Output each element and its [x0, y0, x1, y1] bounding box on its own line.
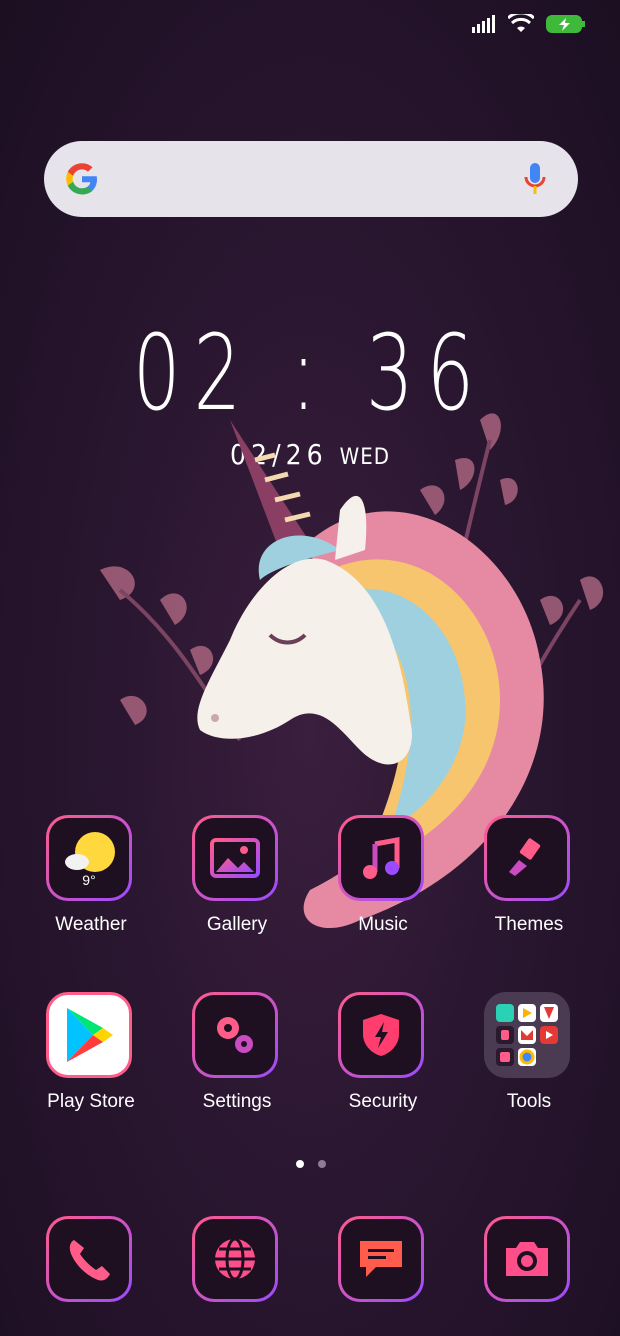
tools-label: Tools — [506, 1091, 552, 1112]
weather-label: Weather — [55, 914, 127, 935]
settings-app-icon[interactable] — [192, 992, 278, 1078]
folder-icon — [496, 1004, 558, 1066]
settings-label: Settings — [202, 1091, 272, 1112]
battery-charging-icon — [546, 15, 585, 33]
google-search-bar[interactable] — [44, 141, 578, 217]
shield-bolt-icon — [363, 1014, 399, 1056]
themes-app-icon[interactable] — [484, 815, 570, 901]
phone-icon — [69, 1240, 110, 1281]
music-label: Music — [358, 914, 408, 935]
gallery-app-icon[interactable] — [192, 815, 278, 901]
camera-icon — [506, 1242, 548, 1276]
dock-camera[interactable] — [484, 1216, 570, 1302]
weather-temp: 9° — [82, 872, 96, 888]
weather-app-icon[interactable]: 9° — [46, 815, 132, 901]
page-dot — [318, 1160, 326, 1168]
music-note-icon — [363, 837, 400, 879]
globe-icon — [215, 1237, 255, 1281]
image-icon — [210, 838, 260, 878]
tools-folder[interactable] — [484, 992, 570, 1078]
play-store-label: Play Store — [47, 1091, 135, 1112]
brush-icon — [509, 838, 541, 876]
microphone-icon[interactable] — [524, 161, 546, 197]
page-dot-active — [296, 1160, 304, 1168]
play-store-app-icon[interactable] — [46, 992, 132, 1078]
google-logo-icon — [66, 163, 97, 195]
gears-icon — [217, 1017, 253, 1053]
security-label: Security — [348, 1091, 418, 1112]
signal-icon — [472, 15, 495, 33]
play-store-icon — [67, 1008, 113, 1062]
themes-label: Themes — [494, 914, 564, 935]
gallery-label: Gallery — [206, 914, 268, 935]
chat-icon — [360, 1241, 402, 1277]
status-bar — [472, 14, 586, 34]
dock-browser[interactable] — [192, 1216, 278, 1302]
page-indicator — [296, 1160, 326, 1168]
music-app-icon[interactable] — [338, 815, 424, 901]
security-app-icon[interactable] — [338, 992, 424, 1078]
dock-phone[interactable] — [46, 1216, 132, 1302]
wifi-icon — [508, 14, 534, 32]
dock-messages[interactable] — [338, 1216, 424, 1302]
